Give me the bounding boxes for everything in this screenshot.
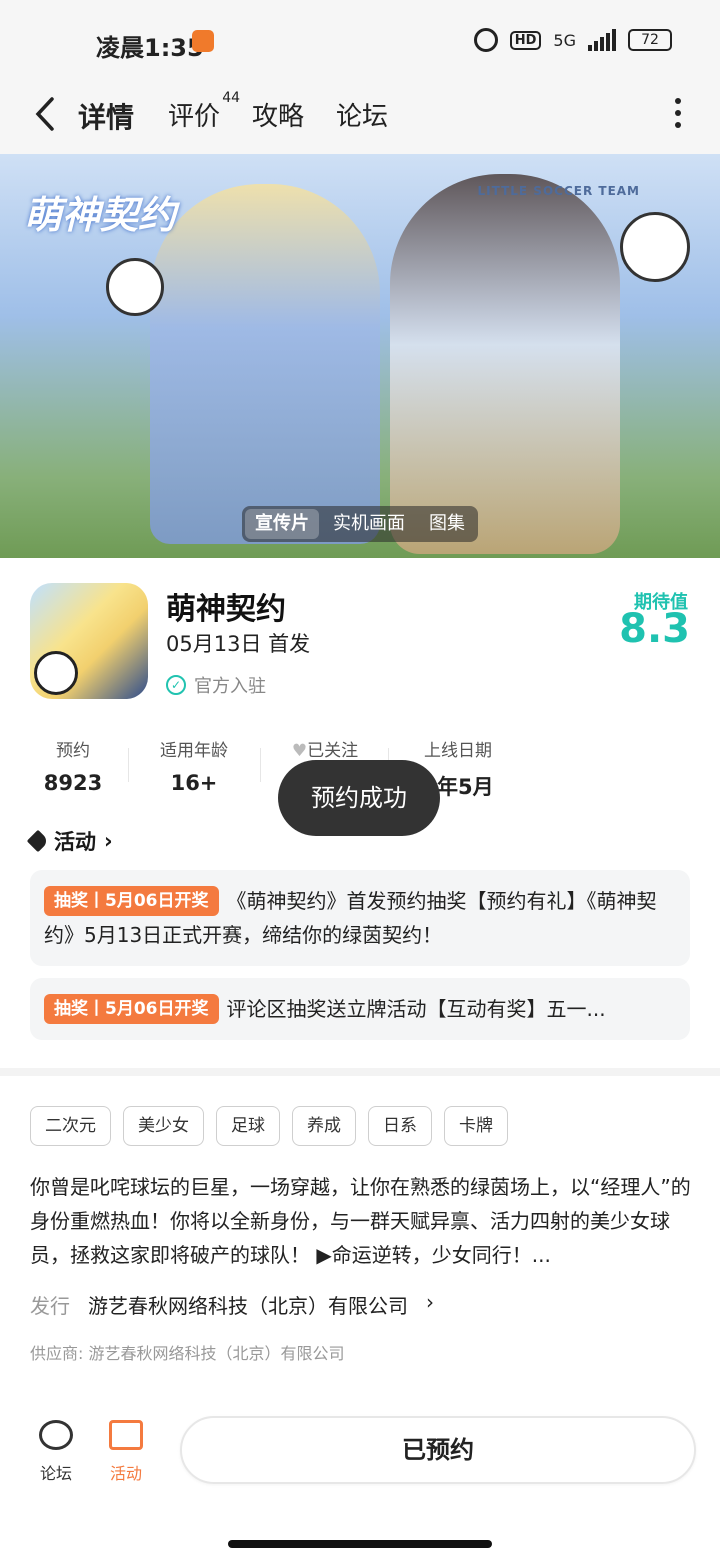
activity-label: 活动 xyxy=(109,1464,142,1483)
reserved-button[interactable]: 已预约 xyxy=(180,1416,696,1484)
toast-message: 预约成功 xyxy=(278,760,440,836)
tag[interactable]: 卡牌 xyxy=(444,1106,508,1146)
publisher-label: 发行 xyxy=(30,1294,70,1318)
tab-reviews[interactable]: 评价 44 xyxy=(168,90,240,133)
top-nav: 详情 评价 44 攻略 论坛 xyxy=(0,80,720,154)
lottery-badge: 抽奖丨5月06日开奖 xyxy=(44,994,219,1024)
home-indicator[interactable] xyxy=(228,1540,492,1548)
activity-text: 抽奖丨5月06日开奖 评论区抽奖送立牌活动【互动有奖】五一... xyxy=(44,992,676,1026)
review-count: 44 xyxy=(222,90,241,106)
publisher-row[interactable]: 发行 游艺春秋网络科技（北京）有限公司 › xyxy=(30,1290,434,1319)
game-logo: 萌神契约 xyxy=(24,193,177,237)
chat-icon xyxy=(39,1420,73,1450)
forum-button[interactable]: 论坛 xyxy=(26,1420,86,1484)
game-icon xyxy=(30,583,148,699)
tag[interactable]: 足球 xyxy=(216,1106,280,1146)
alarm-icon xyxy=(473,28,498,52)
chevron-right-icon: › xyxy=(104,829,113,853)
banner-team-text: LITTLE SOCCER TEAM xyxy=(477,184,640,198)
publisher-name: 游艺春秋网络科技（北京）有限公司 xyxy=(88,1294,408,1318)
soccer-ball-icon xyxy=(34,651,78,695)
activity-text: 抽奖丨5月06日开奖 《萌神契约》首发预约抽奖【预约有礼】《萌神契约》5月13日正… xyxy=(44,884,676,952)
media-tabs: 宣传片 实机画面 图集 xyxy=(242,506,478,542)
pin-icon xyxy=(26,829,50,853)
battery-icon: 72 xyxy=(628,29,672,51)
media-banner[interactable]: 萌神契约 LITTLE SOCCER TEAM 宣传片 实机画面 图集 xyxy=(0,154,720,558)
divider xyxy=(128,748,129,782)
status-icons: HD 5G 72 xyxy=(473,28,672,52)
status-time: 凌晨1:35 xyxy=(96,34,204,62)
more-icon[interactable] xyxy=(674,98,682,128)
gift-icon xyxy=(109,1420,143,1450)
soccer-ball-icon xyxy=(106,258,164,316)
media-tab-gameplay[interactable]: 实机画面 xyxy=(323,509,415,539)
forum-label: 论坛 xyxy=(39,1464,72,1483)
stat-label: 上线日期 xyxy=(424,741,492,761)
network-label: 5G xyxy=(553,30,576,50)
release-date: 05月13日 首发 xyxy=(166,632,311,656)
supplier-text: 供应商: 游艺春秋网络科技（北京）有限公司 xyxy=(30,1344,345,1363)
back-arrow-icon[interactable] xyxy=(30,96,60,132)
official-label: 官方入驻 xyxy=(194,676,266,697)
activity-card[interactable]: 抽奖丨5月06日开奖 评论区抽奖送立牌活动【互动有奖】五一... xyxy=(30,978,690,1040)
tab-details[interactable]: 详情 xyxy=(78,96,135,138)
tab-guides[interactable]: 攻略 xyxy=(252,96,304,133)
lottery-badge: 抽奖丨5月06日开奖 xyxy=(44,886,219,916)
activity-card[interactable]: 抽奖丨5月06日开奖 《萌神契约》首发预约抽奖【预约有礼】《萌神契约》5月13日正… xyxy=(30,870,690,966)
heart-icon: ♥ xyxy=(291,741,308,761)
tag[interactable]: 美少女 xyxy=(123,1106,204,1146)
stat-value: 16+ xyxy=(170,771,218,795)
official-badge: ✓ 官方入驻 xyxy=(166,672,266,698)
activity-heading-label: 活动 xyxy=(54,830,96,854)
divider xyxy=(260,748,261,782)
stat-age: 适用年龄 16+ xyxy=(150,736,238,795)
expect-score: 8.3 xyxy=(619,606,690,652)
chevron-right-icon: › xyxy=(426,1290,434,1314)
stat-label: 预约 xyxy=(56,741,90,761)
check-circle-icon: ✓ xyxy=(166,675,186,695)
hd-icon: HD xyxy=(509,30,542,50)
activity-heading[interactable]: 活动 › xyxy=(26,826,113,856)
status-bar: 凌晨1:35 HD 5G 72 xyxy=(0,0,720,80)
activity-button[interactable]: 活动 xyxy=(96,1420,156,1484)
character-illustration xyxy=(390,174,620,554)
tag[interactable]: 二次元 xyxy=(30,1106,111,1146)
tag-list: 二次元 美少女 足球 养成 日系 卡牌 xyxy=(30,1106,508,1146)
game-title: 萌神契约 xyxy=(166,592,286,627)
tag[interactable]: 日系 xyxy=(368,1106,432,1146)
bottom-action-bar: 论坛 活动 已预约 xyxy=(0,1400,720,1510)
media-tab-trailer[interactable]: 宣传片 xyxy=(245,509,319,539)
game-description[interactable]: 你曾是叱咤球坛的巨星，一场穿越，让你在熟悉的绿茵场上，以“经理人”的身份重燃热血… xyxy=(30,1170,694,1272)
stat-value: 8923 xyxy=(43,771,103,795)
section-divider xyxy=(0,1068,720,1076)
character-illustration xyxy=(150,184,380,544)
stat-label: 适用年龄 xyxy=(160,741,228,761)
tag[interactable]: 养成 xyxy=(292,1106,356,1146)
app-notification-icon xyxy=(192,30,214,52)
signal-icon xyxy=(588,29,616,51)
tab-forum[interactable]: 论坛 xyxy=(336,96,388,133)
tab-reviews-label: 评价 xyxy=(168,102,221,132)
stat-label: ♥已关注 xyxy=(291,741,359,761)
soccer-ball-icon xyxy=(620,212,690,282)
stat-reservations: 预约 8923 xyxy=(40,736,106,795)
media-tab-gallery[interactable]: 图集 xyxy=(419,509,475,539)
